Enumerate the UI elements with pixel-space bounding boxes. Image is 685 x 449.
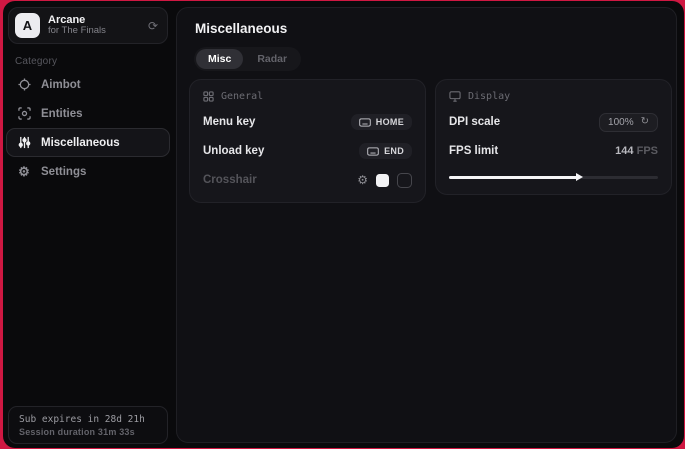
main-panel: Miscellaneous Misc Radar General Menu ke… — [176, 7, 677, 443]
menu-key-value: HOME — [376, 117, 404, 127]
sliders-icon — [17, 136, 31, 150]
tab-radar[interactable]: Radar — [245, 49, 299, 69]
sync-icon[interactable]: ⟳ — [148, 19, 158, 33]
session-duration-text: Session duration 31m 33s — [19, 427, 157, 437]
sidebar-item-label: Miscellaneous — [41, 137, 120, 149]
keyboard-icon — [359, 118, 371, 127]
menu-key-button[interactable]: HOME — [351, 114, 412, 130]
grid-icon — [203, 91, 214, 102]
dpi-scale-row: DPI scale 100% ↻ — [449, 113, 658, 131]
sidebar-item-entities[interactable]: Entities — [6, 99, 170, 128]
tab-bar: Misc Radar — [194, 47, 301, 71]
general-card-header: General — [203, 91, 412, 102]
fps-slider-thumb[interactable] — [576, 173, 583, 181]
app-header: A Arcane for The Finals ⟳ — [8, 7, 168, 44]
general-card: General Menu key HOME Unload key — [189, 79, 426, 203]
sidebar-item-settings[interactable]: ⚙ Settings — [6, 157, 170, 186]
crosshair-label: Crosshair — [203, 174, 257, 186]
subscription-info: Sub expires in 28d 21h Session duration … — [8, 406, 168, 444]
unload-key-row: Unload key END — [203, 142, 412, 160]
tab-misc[interactable]: Misc — [196, 49, 243, 69]
entity-scan-icon — [17, 107, 31, 121]
dpi-scale-selector[interactable]: 100% ↻ — [599, 113, 658, 132]
crosshair-row: Crosshair ⚙ — [203, 171, 412, 189]
unload-key-button[interactable]: END — [359, 143, 412, 159]
sidebar: A Arcane for The Finals ⟳ Category Aimbo… — [3, 1, 175, 448]
menu-key-row: Menu key HOME — [203, 113, 412, 131]
dpi-scale-label: DPI scale — [449, 116, 500, 128]
fps-limit-slider[interactable] — [449, 173, 658, 181]
crosshair-color-swatch[interactable] — [376, 174, 389, 187]
keyboard-icon — [367, 147, 379, 156]
fps-limit-row: FPS limit 144 FPS — [449, 142, 658, 160]
app-logo: A — [15, 13, 40, 38]
display-card: Display DPI scale 100% ↻ FPS limit 144 F… — [435, 79, 672, 195]
cards-row: General Menu key HOME Unload key — [189, 79, 672, 203]
category-label: Category — [15, 56, 57, 67]
general-card-title: General — [221, 91, 263, 102]
sidebar-nav: Aimbot Entities Miscellaneous — [6, 70, 170, 186]
fps-limit-value: 144 FPS — [615, 145, 658, 157]
fps-unit: FPS — [637, 145, 658, 157]
crosshair-checkbox[interactable] — [397, 173, 412, 188]
gear-icon: ⚙ — [17, 165, 31, 179]
cycle-icon: ↻ — [641, 117, 649, 127]
unload-key-label: Unload key — [203, 145, 264, 157]
sub-expiry-text: Sub expires in 28d 21h — [19, 414, 157, 425]
page-title: Miscellaneous — [195, 21, 287, 36]
fps-limit-label: FPS limit — [449, 145, 498, 157]
sidebar-item-miscellaneous[interactable]: Miscellaneous — [6, 128, 170, 157]
dpi-scale-value: 100% — [608, 117, 634, 128]
crosshair-icon — [17, 78, 31, 92]
monitor-icon — [449, 91, 461, 102]
sidebar-item-label: Entities — [41, 108, 83, 120]
display-card-header: Display — [449, 91, 658, 102]
sidebar-item-label: Settings — [41, 166, 86, 178]
app-window: A Arcane for The Finals ⟳ Category Aimbo… — [3, 1, 684, 448]
menu-key-label: Menu key — [203, 116, 255, 128]
fps-slider-fill — [449, 176, 579, 179]
app-subtitle: for The Finals — [48, 26, 106, 37]
sidebar-item-aimbot[interactable]: Aimbot — [6, 70, 170, 99]
crosshair-settings-gear-icon[interactable]: ⚙ — [357, 174, 368, 186]
display-card-title: Display — [468, 91, 510, 102]
sidebar-item-label: Aimbot — [41, 79, 81, 91]
unload-key-value: END — [384, 146, 404, 156]
